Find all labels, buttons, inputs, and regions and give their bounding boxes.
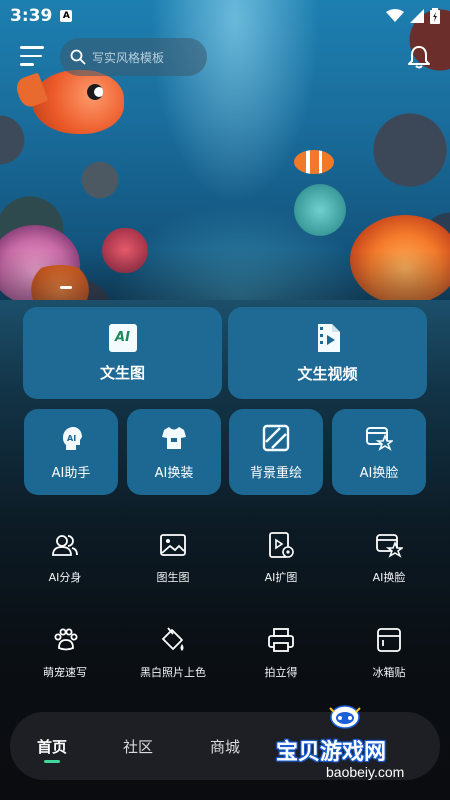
grid-item-label: AI分身 bbox=[48, 571, 82, 584]
ai-assistant-tile[interactable]: AI AI助手 bbox=[24, 409, 118, 495]
ai-text-image-icon: AI bbox=[108, 323, 137, 352]
pet-sketch-item[interactable]: 萌宠速写 bbox=[10, 626, 120, 680]
notification-badge-icon: A bbox=[60, 10, 73, 22]
grid-item-label: 图生图 bbox=[156, 571, 190, 584]
tile-label: 背景重绘 bbox=[249, 465, 302, 481]
carousel-indicator bbox=[60, 286, 72, 289]
face-swap-icon bbox=[376, 534, 403, 558]
text-to-image-tile[interactable]: AI 文生图 bbox=[23, 307, 222, 399]
menu-button[interactable] bbox=[20, 46, 44, 66]
grid-item-label: 萌宠速写 bbox=[43, 666, 87, 679]
coral-decor bbox=[290, 180, 350, 240]
search-input[interactable]: 写实风格模板 bbox=[60, 38, 207, 76]
text-to-video-tile[interactable]: 文生视频 bbox=[228, 307, 427, 399]
ai-expand-item[interactable]: AI扩图 bbox=[226, 531, 336, 585]
face-swap-icon bbox=[366, 426, 393, 451]
tile-label: AI助手 bbox=[51, 465, 91, 481]
wifi-icon bbox=[386, 9, 404, 22]
status-time: 3:39 bbox=[10, 6, 53, 26]
ai-outfit-tile[interactable]: AI换装 bbox=[127, 409, 221, 495]
clone-users-icon bbox=[52, 535, 78, 556]
fridge-magnet-item[interactable]: 冰箱贴 bbox=[334, 626, 444, 680]
bell-icon[interactable] bbox=[406, 44, 432, 70]
ai-face-swap-tile[interactable]: AI换脸 bbox=[332, 409, 426, 495]
image-to-image-item[interactable]: 图生图 bbox=[118, 531, 228, 585]
instant-photo-item[interactable]: 拍立得 bbox=[226, 626, 336, 680]
paint-bucket-icon bbox=[162, 627, 184, 651]
svg-text:AI: AI bbox=[67, 434, 76, 443]
fish-large-decor bbox=[32, 70, 124, 134]
grid-item-label: AI换脸 bbox=[372, 571, 406, 584]
outfit-icon bbox=[162, 426, 186, 449]
text-video-icon bbox=[317, 323, 340, 352]
watermark: 宝贝游戏网 baobeiy.com bbox=[276, 704, 446, 784]
grid-item-label: AI扩图 bbox=[264, 571, 298, 584]
signal-icon bbox=[410, 9, 424, 23]
battery-icon bbox=[430, 8, 440, 24]
watermark-title: 宝贝游戏网 bbox=[276, 740, 387, 765]
status-bar: 3:39 A bbox=[0, 0, 450, 32]
fish-small-decor bbox=[294, 150, 334, 174]
tile-label: 文生视频 bbox=[297, 364, 358, 383]
nav-home[interactable]: 首页 bbox=[37, 736, 67, 757]
nav-active-indicator bbox=[44, 760, 60, 763]
background-repaint-icon bbox=[262, 424, 290, 451]
grid-item-label: 黑白照片上色 bbox=[140, 666, 206, 679]
paw-icon bbox=[54, 628, 78, 651]
background-repaint-tile[interactable]: 背景重绘 bbox=[229, 409, 323, 495]
gamepad-logo-icon bbox=[329, 705, 361, 729]
search-placeholder: 写实风格模板 bbox=[92, 50, 165, 65]
grid-item-label: 冰箱贴 bbox=[372, 666, 406, 679]
nav-mall[interactable]: 商城 bbox=[210, 736, 240, 757]
tile-label: 文生图 bbox=[99, 363, 145, 382]
ai-face-swap-item[interactable]: AI换脸 bbox=[334, 531, 444, 585]
tile-label: AI换脸 bbox=[359, 465, 399, 481]
image-icon bbox=[160, 534, 186, 556]
watermark-url: baobeiy.com bbox=[326, 764, 405, 780]
printer-icon bbox=[268, 628, 294, 652]
colorize-photo-item[interactable]: 黑白照片上色 bbox=[118, 626, 228, 680]
search-icon bbox=[70, 49, 86, 65]
tile-label: AI换装 bbox=[154, 465, 194, 481]
ai-assistant-icon: AI bbox=[63, 426, 82, 450]
sticker-icon bbox=[377, 628, 401, 652]
ai-clone-item[interactable]: AI分身 bbox=[10, 531, 120, 585]
grid-item-label: 拍立得 bbox=[264, 666, 298, 679]
expand-image-icon bbox=[269, 532, 294, 558]
nav-community[interactable]: 社区 bbox=[123, 736, 153, 757]
